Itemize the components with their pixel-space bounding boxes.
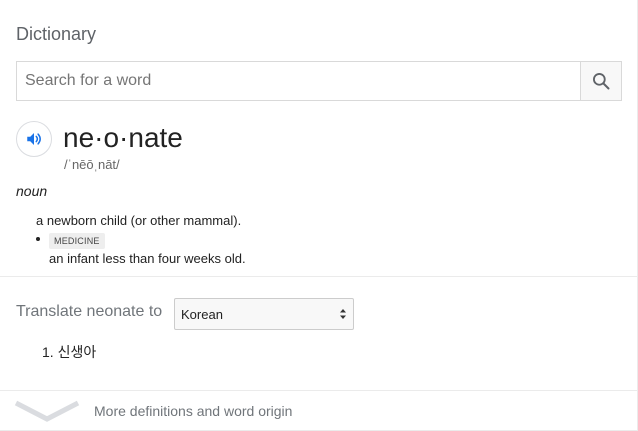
headword: ne·o·nate — [63, 122, 183, 153]
translate-label: Translate neonate to — [16, 303, 163, 320]
domain-label-badge: MEDICINE — [49, 233, 105, 249]
search-input[interactable] — [17, 62, 580, 100]
part-of-speech: noun — [16, 183, 48, 199]
definition-2: an infant less than four weeks old. — [49, 251, 246, 266]
select-arrows-icon — [340, 309, 346, 319]
chevron-down-icon[interactable] — [14, 399, 80, 423]
more-definitions-link[interactable]: More definitions and word origin — [94, 403, 292, 419]
definition-1: a newborn child (or other mammal). — [36, 213, 242, 228]
bullet-icon — [36, 237, 40, 241]
search-button[interactable] — [580, 62, 621, 100]
footer-divider — [0, 390, 638, 391]
language-select[interactable]: Korean — [174, 298, 354, 330]
section-divider — [0, 276, 638, 277]
speaker-icon — [27, 133, 41, 145]
phonetic-spelling: /ˈnēōˌnāt/ — [64, 157, 120, 172]
translation-result: 1. 신생아 — [42, 344, 97, 360]
search-box — [16, 61, 622, 101]
pronunciation-button[interactable] — [16, 121, 52, 157]
search-icon — [593, 73, 610, 90]
card-title: Dictionary — [16, 24, 97, 44]
selected-language: Korean — [181, 306, 223, 322]
dictionary-card: Dictionary ne·o·nate /ˈnēōˌnāt/ noun a n… — [0, 0, 638, 431]
